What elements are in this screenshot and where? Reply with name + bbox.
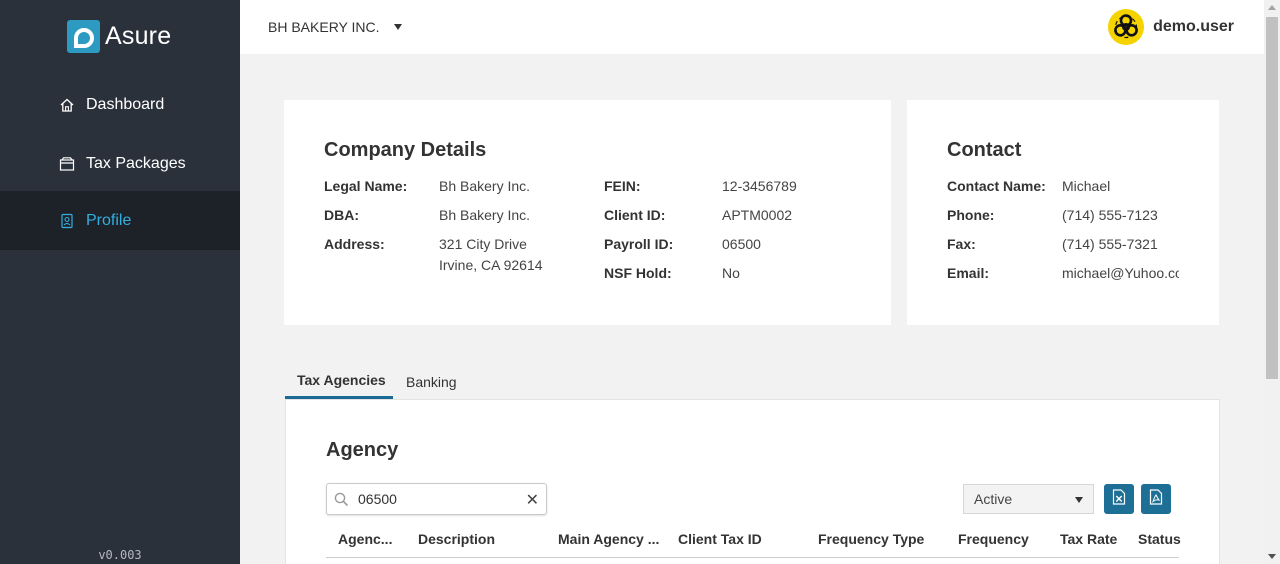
contact-name-label: Contact Name: bbox=[947, 178, 1046, 194]
column-header-status[interactable]: Status bbox=[1138, 531, 1181, 547]
scroll-up-arrow-icon[interactable] bbox=[1268, 5, 1276, 10]
address-line1: 321 City Drive bbox=[439, 236, 527, 252]
status-filter-value: Active bbox=[974, 491, 1013, 507]
company-selector[interactable]: BH BAKERY INC. bbox=[268, 19, 402, 35]
page-scrollbar[interactable] bbox=[1264, 0, 1280, 564]
table-header-divider bbox=[326, 557, 1179, 558]
user-menu[interactable]: demo.user bbox=[1108, 9, 1234, 45]
contact-title: Contact bbox=[947, 139, 1022, 161]
payroll-id-label: Payroll ID: bbox=[604, 236, 674, 252]
legal-name-label: Legal Name: bbox=[324, 178, 408, 194]
column-header-client-tax-id[interactable]: Client Tax ID bbox=[678, 531, 762, 547]
column-header-frequency[interactable]: Frequency bbox=[958, 531, 1029, 547]
top-bar: BH BAKERY INC. demo.user bbox=[240, 0, 1264, 54]
username: demo.user bbox=[1153, 18, 1234, 35]
address-label: Address: bbox=[324, 236, 385, 252]
client-id-label: Client ID: bbox=[604, 207, 666, 223]
search-input[interactable] bbox=[358, 489, 518, 509]
sidebar-item-label: Tax Packages bbox=[86, 154, 186, 172]
fein-value: 12-3456789 bbox=[722, 178, 797, 194]
agency-search: ✕ bbox=[326, 483, 547, 515]
legal-name-value: Bh Bakery Inc. bbox=[439, 178, 531, 194]
dba-label: DBA: bbox=[324, 207, 359, 223]
sidebar-item-dashboard[interactable]: Dashboard bbox=[0, 75, 240, 134]
asure-logo[interactable]: Asure bbox=[67, 20, 171, 53]
dba-value: Bh Bakery Inc. bbox=[439, 207, 531, 223]
phone-value: (714) 555-7123 bbox=[1062, 207, 1158, 223]
address-line2: Irvine, CA 92614 bbox=[439, 257, 543, 273]
sidebar-item-tax-packages[interactable]: Tax Packages bbox=[0, 134, 240, 193]
nsf-hold-label: NSF Hold: bbox=[604, 265, 672, 281]
export-excel-button[interactable] bbox=[1104, 484, 1134, 514]
company-name: BH BAKERY INC. bbox=[268, 19, 380, 35]
company-details-title: Company Details bbox=[324, 139, 487, 161]
company-details-card bbox=[284, 100, 891, 325]
home-icon bbox=[58, 96, 76, 114]
column-header-agency[interactable]: Agenc... bbox=[338, 531, 392, 547]
asure-logo-icon bbox=[67, 20, 100, 53]
column-header-frequency-type[interactable]: Frequency Type bbox=[818, 531, 924, 547]
email-value[interactable]: michael@Yuhoo.co bbox=[1062, 263, 1179, 284]
payroll-id-value: 06500 bbox=[722, 236, 761, 252]
fax-label: Fax: bbox=[947, 236, 976, 252]
column-header-description[interactable]: Description bbox=[418, 531, 495, 547]
contact-name-value: Michael bbox=[1062, 178, 1111, 194]
caret-down-icon bbox=[1075, 497, 1083, 503]
sidebar-item-label: Dashboard bbox=[86, 95, 165, 113]
clear-search-icon[interactable]: ✕ bbox=[526, 490, 539, 510]
column-header-main-agency[interactable]: Main Agency ... bbox=[558, 531, 659, 547]
export-pdf-button[interactable] bbox=[1141, 484, 1171, 514]
excel-file-icon bbox=[1112, 488, 1126, 510]
caret-down-icon bbox=[393, 24, 402, 30]
scroll-down-arrow-icon[interactable] bbox=[1268, 554, 1276, 559]
client-id-value: APTM0002 bbox=[722, 207, 793, 223]
agency-title: Agency bbox=[326, 439, 399, 461]
biohazard-icon bbox=[1108, 9, 1145, 45]
phone-label: Phone: bbox=[947, 207, 995, 223]
version-label: v0.003 bbox=[98, 548, 142, 562]
tab-banking[interactable]: Banking bbox=[406, 374, 457, 390]
profile-icon bbox=[58, 212, 76, 230]
pdf-file-icon bbox=[1149, 488, 1163, 510]
tab-tax-agencies[interactable]: Tax Agencies bbox=[297, 372, 386, 388]
sidebar-item-label: Profile bbox=[86, 211, 132, 229]
logo-text: Asure bbox=[105, 22, 172, 50]
sidebar: Asure Dashboard Tax Packages Profile v0.… bbox=[0, 0, 240, 564]
fein-label: FEIN: bbox=[604, 178, 641, 194]
scrollbar-thumb[interactable] bbox=[1266, 17, 1278, 379]
package-icon bbox=[58, 155, 76, 173]
nsf-hold-value: No bbox=[722, 265, 740, 281]
email-label: Email: bbox=[947, 265, 990, 281]
status-filter-select[interactable]: Active bbox=[963, 484, 1094, 514]
fax-value: (714) 555-7321 bbox=[1062, 236, 1158, 252]
sidebar-item-profile[interactable]: Profile bbox=[0, 191, 240, 250]
column-header-tax-rate[interactable]: Tax Rate bbox=[1060, 531, 1117, 547]
search-icon bbox=[334, 492, 349, 512]
